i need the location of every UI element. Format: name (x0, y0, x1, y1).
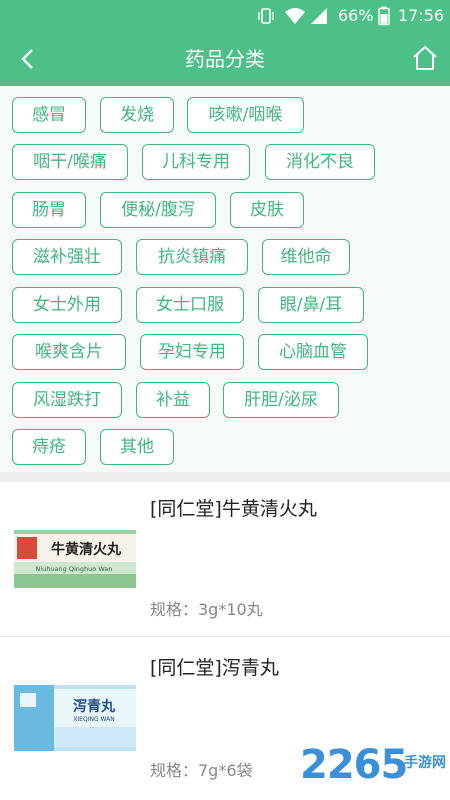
product-image: 泻青丸 XIEQING WAN (14, 685, 136, 751)
battery-percent: 66% (338, 6, 374, 25)
wifi-icon (284, 6, 306, 31)
product-spec: 规格：3g*10丸 (150, 600, 263, 619)
category-chip-indigestion[interactable]: 消化不良 (265, 144, 375, 180)
category-panel: 感冒 发烧 咳嗽/咽喉 咽干/喉痛 儿科专用 消化不良 肠胃 便秘/腹泻 皮肤 … (0, 86, 450, 472)
box-title: 泻青丸 (73, 698, 116, 715)
product-image: 牛黄清火丸 Niuhuang Qinghuo Wan (14, 530, 136, 588)
category-chip-eye-nose-ear[interactable]: 眼/鼻/耳 (258, 287, 364, 323)
product-name: [同仁堂]牛黄清火丸 (150, 498, 317, 520)
category-chip-stomach[interactable]: 肠胃 (12, 192, 86, 228)
home-button[interactable] (408, 41, 442, 75)
product-item[interactable]: [同仁堂]牛黄清火丸 牛黄清火丸 Niuhuang Qinghuo Wan 规格… (0, 482, 450, 636)
category-chip-liver-urinary[interactable]: 肝胆/泌尿 (223, 382, 339, 418)
status-bar: 66% 17:56 (0, 0, 450, 32)
site-watermark: 2265 手游网 (300, 742, 450, 792)
category-chip-constipation-diarrhea[interactable]: 便秘/腹泻 (100, 192, 216, 228)
category-chip-women-external[interactable]: 女士外用 (12, 287, 122, 323)
category-chip-fever[interactable]: 发烧 (100, 97, 174, 133)
clock: 17:56 (398, 6, 445, 25)
category-chip-vitamin[interactable]: 维他命 (262, 239, 350, 275)
watermark-logo: 2265 (300, 742, 408, 788)
page-title: 药品分类 (185, 47, 265, 71)
home-icon (413, 46, 437, 70)
category-chip-women-oral[interactable]: 女士口服 (136, 287, 244, 323)
chevron-left-icon (21, 49, 33, 69)
category-chip-cardiovascular[interactable]: 心脑血管 (258, 334, 368, 370)
category-chip-other[interactable]: 其他 (100, 429, 174, 465)
signal-icon (310, 6, 328, 31)
category-chip-cold[interactable]: 感冒 (12, 97, 86, 133)
box-pinyin: Niuhuang Qinghuo Wan (36, 565, 113, 573)
category-chip-cough-throat[interactable]: 咳嗽/咽喉 (187, 97, 304, 133)
section-divider (0, 472, 450, 482)
category-chip-dry-throat[interactable]: 咽干/喉痛 (12, 144, 128, 180)
product-spec: 规格：7g*6袋 (150, 761, 253, 780)
category-chip-skin[interactable]: 皮肤 (230, 192, 304, 228)
category-chip-pregnancy[interactable]: 孕妇专用 (140, 334, 244, 370)
category-chip-anti-inflammatory[interactable]: 抗炎镇痛 (136, 239, 248, 275)
vibrate-icon (256, 6, 276, 31)
category-chip-rheumatism[interactable]: 风湿跌打 (12, 382, 122, 418)
title-bar: 药品分类 (0, 32, 450, 86)
back-button[interactable] (12, 42, 46, 76)
category-chip-supplement[interactable]: 补益 (136, 382, 210, 418)
box-pinyin: XIEQING WAN (73, 716, 114, 723)
battery-icon (378, 6, 390, 31)
category-chip-tonic[interactable]: 滋补强壮 (12, 239, 122, 275)
category-chip-pediatrics[interactable]: 儿科专用 (142, 144, 250, 180)
box-title: 牛黄清火丸 (51, 541, 122, 558)
watermark-suffix: 手游网 (404, 755, 446, 771)
product-name: [同仁堂]泻青丸 (150, 657, 279, 679)
category-chip-hemorrhoids[interactable]: 痔疮 (12, 429, 86, 465)
category-chip-lozenges[interactable]: 喉爽含片 (12, 334, 126, 370)
